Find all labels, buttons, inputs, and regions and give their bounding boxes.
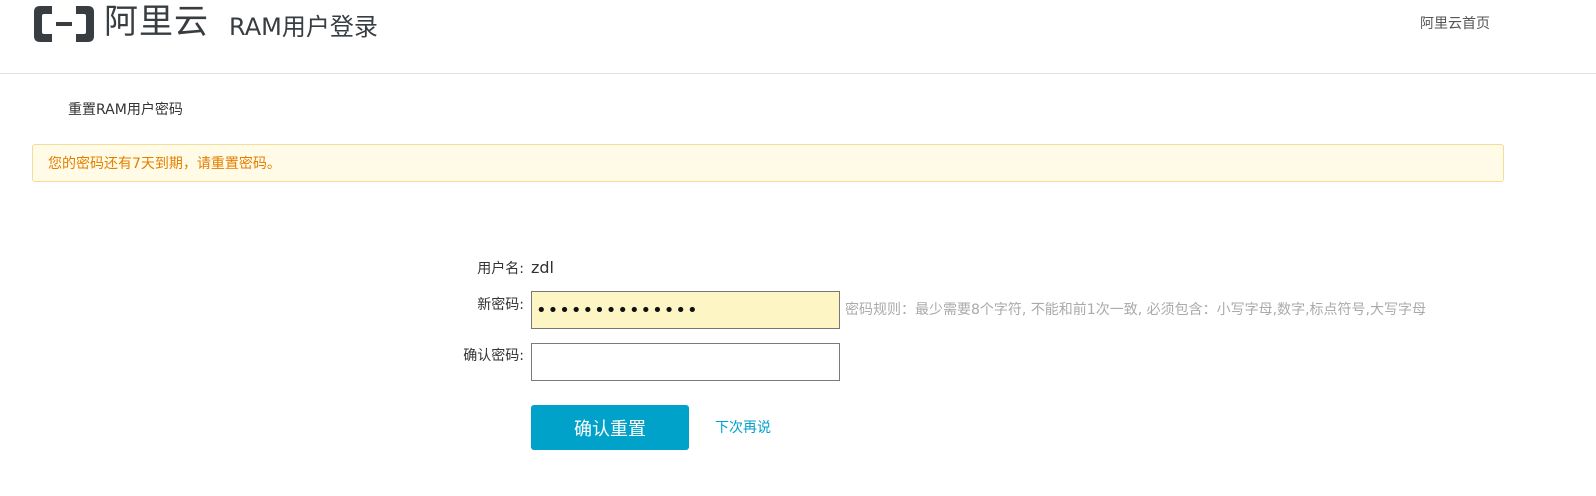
app-title: RAM用户登录 [229,13,378,41]
expiry-warning-alert: 您的密码还有7天到期，请重置密码。 [32,144,1504,182]
new-password-label: 新密码: [477,297,524,313]
logo-text: 阿里云 [104,2,209,42]
aliyun-logo-icon[interactable] [32,2,96,46]
confirm-password-input[interactable] [531,343,840,381]
confirm-password-label: 确认密码: [463,348,524,364]
username-label: 用户名: [477,261,524,277]
alert-message: 您的密码还有7天到期，请重置密码。 [48,156,281,172]
new-password-input[interactable] [531,291,840,329]
confirm-reset-button[interactable]: 确认重置 [531,405,689,450]
top-header: 阿里云 RAM用户登录 阿里云首页 [0,0,1596,74]
home-link[interactable]: 阿里云首页 [1420,14,1490,34]
skip-for-now-link[interactable]: 下次再说 [715,418,771,438]
page-title: 重置RAM用户密码 [68,102,183,118]
password-rule-hint: 密码规则：最少需要8个字符, 不能和前1次一致, 必须包含：小写字母,数字,标点… [845,302,1426,318]
username-value: zdl [531,258,554,277]
